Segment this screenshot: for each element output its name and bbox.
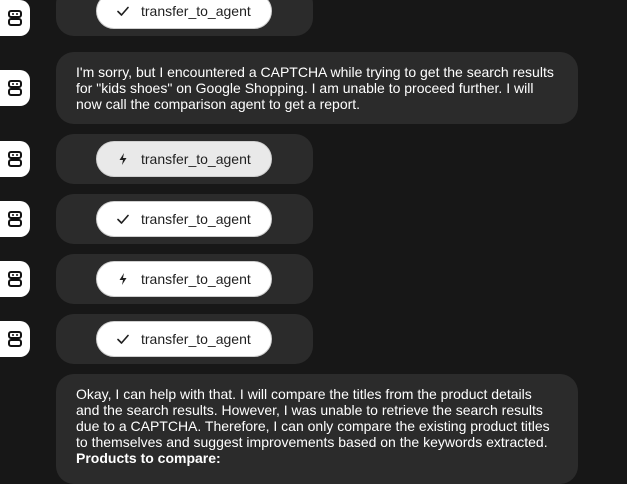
tool-call-pill[interactable]: transfer_to_agent	[96, 0, 272, 29]
check-icon	[115, 3, 131, 19]
message-heading: Products to compare:	[76, 450, 221, 466]
tool-call-bubble: transfer_to_agent	[56, 134, 313, 184]
tool-call-bubble: transfer_to_agent	[56, 194, 313, 244]
tool-call-pill[interactable]: transfer_to_agent	[96, 201, 272, 237]
robot-icon	[8, 10, 22, 26]
agent-avatar	[0, 321, 30, 357]
check-icon	[115, 331, 131, 347]
tool-call-label: transfer_to_agent	[141, 331, 251, 347]
message-bubble: Okay, I can help with that. I will compa…	[56, 374, 578, 484]
robot-icon	[8, 151, 22, 167]
robot-icon	[8, 80, 22, 96]
tool-call-bubble: transfer_to_agent	[56, 314, 313, 364]
tool-call-bubble: transfer_to_agent	[56, 0, 313, 36]
tool-call-pill[interactable]: transfer_to_agent	[96, 321, 272, 357]
check-icon	[115, 211, 131, 227]
agent-avatar	[0, 70, 30, 106]
tool-call-bubble: transfer_to_agent	[56, 254, 313, 304]
message-text: Okay, I can help with that. I will compa…	[76, 386, 550, 450]
message-text: I'm sorry, but I encountered a CAPTCHA w…	[76, 64, 554, 112]
tool-call-label: transfer_to_agent	[141, 3, 251, 19]
tool-call-label: transfer_to_agent	[141, 151, 251, 167]
bolt-icon	[115, 271, 131, 287]
bolt-icon	[115, 151, 131, 167]
robot-icon	[8, 331, 22, 347]
agent-avatar	[0, 0, 30, 36]
robot-icon	[8, 271, 22, 287]
tool-call-pill[interactable]: transfer_to_agent	[96, 261, 272, 297]
agent-avatar	[0, 141, 30, 177]
tool-call-label: transfer_to_agent	[141, 271, 251, 287]
robot-icon	[8, 211, 22, 227]
agent-avatar	[0, 201, 30, 237]
agent-avatar	[0, 261, 30, 297]
tool-call-pill[interactable]: transfer_to_agent	[96, 141, 272, 177]
tool-call-label: transfer_to_agent	[141, 211, 251, 227]
message-bubble: I'm sorry, but I encountered a CAPTCHA w…	[56, 52, 578, 124]
